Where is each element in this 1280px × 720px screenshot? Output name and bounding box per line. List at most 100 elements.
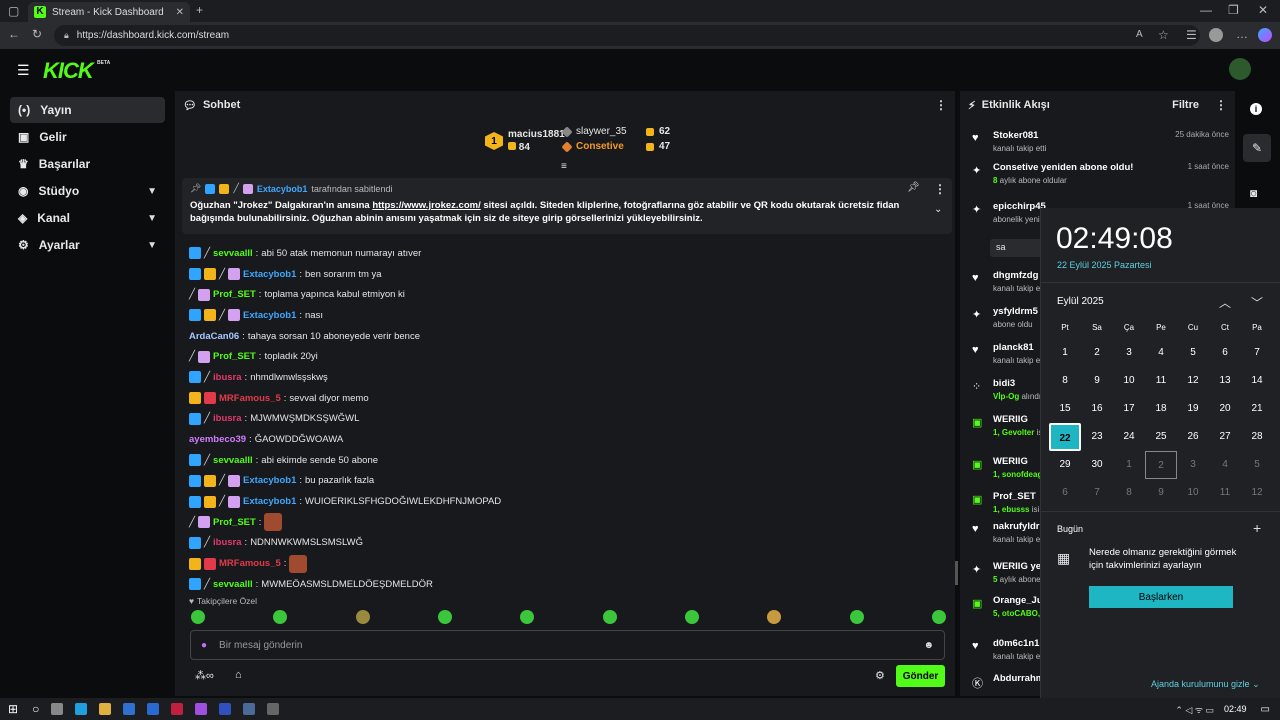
calendar-day[interactable]: 25 (1145, 423, 1177, 451)
system-tray-icons[interactable]: ⌃ ◁ ᯤ ▭ (1175, 703, 1214, 716)
chat-username[interactable]: MRFamous_5 (219, 558, 281, 569)
hamburger-menu-icon[interactable]: ☰ (17, 62, 30, 79)
chat-username[interactable]: ayembeco39 (189, 434, 246, 445)
calendar-day[interactable]: 29 (1049, 451, 1081, 479)
profile-avatar-icon[interactable] (1209, 28, 1223, 42)
chat-username[interactable]: Prof_SET (213, 351, 256, 362)
calendar-day[interactable]: 9 (1081, 367, 1113, 395)
outlook-icon[interactable] (123, 703, 136, 715)
emote-icon[interactable] (931, 610, 946, 624)
calendar-day[interactable]: 8 (1113, 479, 1145, 507)
calendar-day[interactable]: 10 (1113, 367, 1145, 395)
windows-start-icon[interactable]: ⊞ (8, 702, 18, 716)
edge-icon[interactable] (75, 703, 88, 715)
pinned-by-user[interactable]: Extacybob1 (257, 184, 308, 194)
collections-icon[interactable]: ☰ (1186, 28, 1197, 42)
activity-item[interactable]: ✦ Consetive yeniden abone oldu! 8 aylık ab… (968, 160, 1235, 190)
sidebar-item-gelir[interactable]: ▣ Gelir (10, 124, 165, 150)
add-event-icon[interactable]: + (1253, 520, 1261, 536)
app-icon[interactable] (219, 703, 232, 715)
calendar-day[interactable]: 19 (1177, 395, 1209, 423)
chat-settings-icon[interactable]: ⚙ (875, 669, 885, 682)
points-icon[interactable]: ⁂∞ (195, 669, 214, 682)
chevron-up-icon[interactable]: ︿ (1219, 294, 1231, 311)
calendar-day[interactable]: 1 (1113, 451, 1145, 479)
calendar-day[interactable]: 18 (1145, 395, 1177, 423)
chat-username[interactable]: Extacybob1 (243, 496, 296, 507)
calendar-day[interactable]: 26 (1177, 423, 1209, 451)
calendar-day[interactable]: 22 (1049, 423, 1081, 451)
calendar-day[interactable]: 4 (1145, 339, 1177, 367)
emote-icon[interactable] (602, 610, 617, 624)
calendar-day[interactable]: 12 (1177, 367, 1209, 395)
refresh-icon[interactable]: ↻ (32, 27, 42, 41)
emote-icon[interactable] (684, 610, 699, 624)
opera-icon[interactable] (171, 703, 184, 715)
chat-username[interactable]: Extacybob1 (243, 310, 296, 321)
calendar-day[interactable]: 5 (1241, 451, 1273, 479)
leader-name[interactable]: slaywer_35 (576, 126, 641, 137)
chat-input[interactable]: ● Bir mesaj gönderin ☻ (190, 630, 945, 660)
start-button[interactable]: Başlarken (1089, 586, 1233, 608)
chat-username[interactable]: sevvaalll (213, 579, 253, 590)
steam-icon[interactable] (243, 703, 256, 715)
calendar-day[interactable]: 14 (1241, 367, 1273, 395)
expand-leaderboard-icon[interactable]: ≡ (561, 161, 567, 172)
calendar-day[interactable]: 6 (1049, 479, 1081, 507)
send-button[interactable]: Gönder (896, 665, 945, 687)
emote-icon[interactable] (520, 610, 535, 624)
calendar-day[interactable]: 5 (1177, 339, 1209, 367)
calendar-day[interactable]: 7 (1241, 339, 1273, 367)
store-icon[interactable]: ⌂ (235, 669, 242, 681)
chat-username[interactable]: ArdaCan06 (189, 331, 239, 342)
emoji-icon[interactable]: ☻ (923, 640, 934, 651)
browser-tab[interactable]: K Stream - Kick Dashboard ✕ (28, 2, 190, 22)
chevron-down-icon[interactable]: ﹀ (1251, 294, 1263, 311)
new-tab-icon[interactable]: + (196, 3, 203, 17)
chat-username[interactable]: MRFamous_5 (219, 393, 281, 404)
edit-icon[interactable]: ✎ (1243, 134, 1271, 162)
sidebar-item-kanal[interactable]: ◈ Kanal ▼ (10, 205, 165, 231)
calendar-day[interactable]: 16 (1081, 395, 1113, 423)
filter-button[interactable]: Filtre (1172, 99, 1199, 111)
calendar-month[interactable]: Eylül 2025 (1057, 296, 1104, 307)
pinned-menu-icon[interactable]: ⋮ (934, 182, 946, 196)
activity-item[interactable]: ♥ Stoker081 kanalı takip etti 25 dakika önc… (968, 128, 1235, 158)
chat-username[interactable]: Extacybob1 (243, 269, 296, 280)
read-aloud-icon[interactable]: A (1136, 29, 1143, 40)
calendar-day[interactable]: 10 (1177, 479, 1209, 507)
url-field[interactable]: 🔒︎ https://dashboard.kick.com/stream (54, 25, 1200, 46)
tab-close-icon[interactable]: ✕ (176, 7, 184, 18)
calendar-day[interactable]: 2 (1081, 339, 1113, 367)
calendar-day[interactable]: 20 (1209, 395, 1241, 423)
notification-icon[interactable]: ▭ (1261, 704, 1270, 715)
chat-scrollbar[interactable] (955, 561, 958, 585)
emote-icon[interactable] (767, 610, 782, 624)
taskbar-clock[interactable]: 02:49 (1224, 704, 1247, 714)
calendar-day[interactable]: 12 (1241, 479, 1273, 507)
unpin-icon[interactable]: 📌︎ (907, 182, 920, 193)
activity-menu-icon[interactable]: ⋮ (1215, 98, 1227, 112)
calendar-day[interactable]: 24 (1113, 423, 1145, 451)
task-view-icon[interactable] (51, 703, 64, 715)
chat-username[interactable]: ibusra (213, 372, 242, 383)
chat-menu-icon[interactable]: ⋮ (935, 98, 947, 112)
calendar-day[interactable]: 7 (1081, 479, 1113, 507)
sidebar-item-yayin[interactable]: (•) Yayın (10, 97, 165, 123)
word-icon[interactable] (147, 703, 160, 715)
chat-username[interactable]: ibusra (213, 537, 242, 548)
search-icon[interactable]: ○ (32, 702, 39, 716)
copilot-icon[interactable] (1258, 28, 1272, 42)
user-avatar[interactable] (1229, 58, 1251, 80)
leaderboard-first[interactable]: 1 macius1881 84 (485, 129, 565, 153)
calendar-day[interactable]: 28 (1241, 423, 1273, 451)
microphone-icon[interactable]: ● (201, 640, 207, 651)
calendar-day[interactable]: 17 (1113, 395, 1145, 423)
explorer-icon[interactable] (99, 703, 112, 715)
calendar-day[interactable]: 3 (1113, 339, 1145, 367)
sidebar-item-basarilar[interactable]: ♛ Başarılar (10, 151, 165, 177)
emote-icon[interactable] (849, 610, 864, 624)
calendar-day[interactable]: 1 (1049, 339, 1081, 367)
pinned-link[interactable]: https://www.jrokez.com/ (372, 200, 480, 211)
chat-username[interactable]: sevvaalll (213, 248, 253, 259)
